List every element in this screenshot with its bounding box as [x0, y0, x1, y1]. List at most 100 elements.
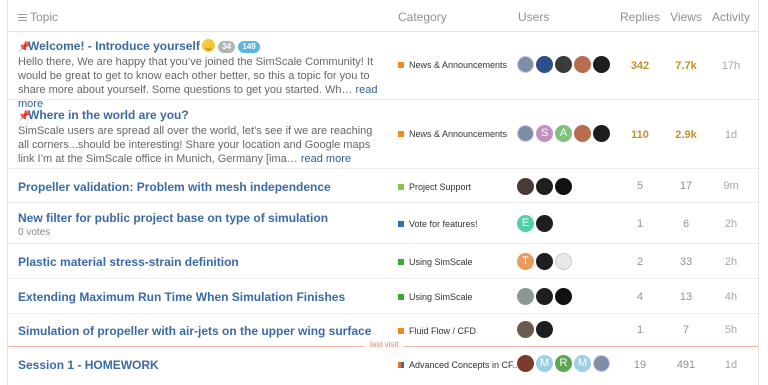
avatar[interactable]: [517, 288, 534, 305]
avatar[interactable]: [517, 321, 534, 338]
topic-title-link[interactable]: 📌Where in the world are you?: [18, 108, 189, 122]
pin-icon: 📌: [18, 42, 31, 53]
avatar[interactable]: [555, 288, 572, 305]
avatar[interactable]: [555, 56, 572, 73]
category-color-icon: [398, 221, 404, 227]
category-badge[interactable]: Advanced Concepts in CF...: [398, 360, 520, 370]
views-count: 33: [679, 256, 693, 268]
views-count: 7: [682, 324, 690, 336]
topic-row: 📌Welcome! - Introduce yourself 34 149 He…: [8, 33, 758, 110]
column-views[interactable]: Views: [668, 10, 704, 24]
category-color-icon: [398, 184, 404, 190]
activity-time[interactable]: 1d: [708, 129, 754, 141]
avatar[interactable]: S: [536, 125, 553, 142]
views-count: 17: [679, 180, 693, 192]
avatar[interactable]: E: [517, 215, 534, 232]
replies-count[interactable]: 110: [620, 129, 660, 141]
avatar[interactable]: [536, 253, 553, 270]
category-badge[interactable]: Vote for features!: [398, 219, 478, 229]
category-badge[interactable]: Project Support: [398, 182, 471, 192]
topic-title-link[interactable]: Plastic material stress-strain definitio…: [18, 255, 239, 269]
avatar[interactable]: [517, 355, 534, 372]
category-badge[interactable]: Using SimScale: [398, 292, 473, 302]
column-topic[interactable]: Topic: [18, 10, 58, 24]
category-color-icon: [398, 362, 404, 368]
new-posts-badge[interactable]: 149: [238, 41, 260, 53]
activity-time[interactable]: 4h: [708, 291, 754, 303]
topic-row: New filter for public project base on ty…: [8, 204, 758, 244]
topic-title-link[interactable]: Simulation of propeller with air-jets on…: [18, 324, 371, 338]
topic-title-link[interactable]: New filter for public project base on ty…: [18, 211, 328, 225]
topic-title-link[interactable]: 📌Welcome! - Introduce yourself 34 149: [18, 39, 260, 53]
unread-badge[interactable]: 34: [218, 41, 236, 53]
views-count: 2.9k: [675, 129, 697, 141]
activity-time[interactable]: 5h: [708, 324, 754, 336]
avatar[interactable]: [536, 178, 553, 195]
activity-time[interactable]: 2h: [708, 256, 754, 268]
category-color-icon: [398, 62, 404, 68]
avatar[interactable]: [574, 125, 591, 142]
topic-list-header: Topic Category Users Replies Views Activ…: [8, 0, 758, 32]
avatar[interactable]: [517, 56, 534, 73]
avatar[interactable]: M: [536, 355, 553, 372]
topic-row: 📌Where in the world are you? SimScale us…: [8, 101, 758, 169]
activity-time[interactable]: 9m: [708, 180, 754, 192]
avatar[interactable]: [517, 125, 534, 142]
smile-emoji-icon: [201, 39, 215, 52]
topic-row: Session 1 - HOMEWORK Advanced Concepts i…: [8, 347, 758, 385]
topic-title-link[interactable]: Propeller validation: Problem with mesh …: [18, 180, 331, 194]
avatar[interactable]: [555, 253, 572, 270]
column-activity[interactable]: Activity: [708, 10, 754, 24]
list-icon: [18, 14, 27, 22]
replies-count[interactable]: 1: [620, 324, 660, 336]
avatar[interactable]: R: [555, 355, 572, 372]
category-badge[interactable]: Fluid Flow / CFD: [398, 326, 476, 336]
avatar[interactable]: A: [555, 125, 572, 142]
replies-count[interactable]: 5: [620, 180, 660, 192]
activity-time[interactable]: 2h: [708, 218, 754, 230]
avatar[interactable]: [517, 178, 534, 195]
replies-count[interactable]: 19: [620, 359, 660, 371]
topic-title-link[interactable]: Extending Maximum Run Time When Simulati…: [18, 290, 345, 304]
column-users: Users: [518, 10, 550, 24]
category-color-icon: [398, 328, 404, 334]
pin-icon: 📌: [18, 111, 31, 122]
activity-time[interactable]: 17h: [708, 60, 754, 72]
avatar[interactable]: [536, 288, 553, 305]
avatar[interactable]: [536, 321, 553, 338]
category-badge[interactable]: News & Announcements: [398, 129, 507, 139]
avatar[interactable]: [555, 178, 572, 195]
views-count: 13: [679, 291, 693, 303]
activity-time[interactable]: 1d: [708, 359, 754, 371]
avatar[interactable]: [593, 125, 610, 142]
views-count: 6: [682, 218, 690, 230]
avatar[interactable]: M: [574, 355, 591, 372]
replies-count[interactable]: 2: [620, 256, 660, 268]
avatar[interactable]: [536, 56, 553, 73]
column-category[interactable]: Category: [398, 10, 447, 24]
avatar[interactable]: [536, 215, 553, 232]
category-badge[interactable]: Using SimScale: [398, 257, 473, 267]
avatar[interactable]: [593, 56, 610, 73]
category-color-icon: [398, 259, 404, 265]
topic-excerpt: SimScale users are spread all over the w…: [18, 125, 373, 165]
avatar[interactable]: T: [517, 253, 534, 270]
topic-row: Plastic material stress-strain definitio…: [8, 245, 758, 279]
views-count: 491: [676, 359, 696, 371]
replies-count[interactable]: 4: [620, 291, 660, 303]
avatar[interactable]: [574, 56, 591, 73]
replies-count[interactable]: 1: [620, 218, 660, 230]
topic-list: Topic Category Users Replies Views Activ…: [7, 0, 759, 385]
topic-row: Extending Maximum Run Time When Simulati…: [8, 280, 758, 314]
category-badge[interactable]: News & Announcements: [398, 60, 507, 70]
category-color-icon: [398, 294, 404, 300]
avatar[interactable]: [593, 355, 610, 372]
column-replies[interactable]: Replies: [620, 10, 660, 24]
views-count: 7.7k: [675, 60, 697, 72]
read-more-link[interactable]: read more: [301, 153, 351, 165]
replies-count[interactable]: 342: [620, 60, 660, 72]
category-color-icon: [398, 131, 404, 137]
vote-count: 0 votes: [18, 227, 51, 238]
topic-title-link[interactable]: Session 1 - HOMEWORK: [18, 358, 159, 372]
topic-row: Propeller validation: Problem with mesh …: [8, 170, 758, 203]
